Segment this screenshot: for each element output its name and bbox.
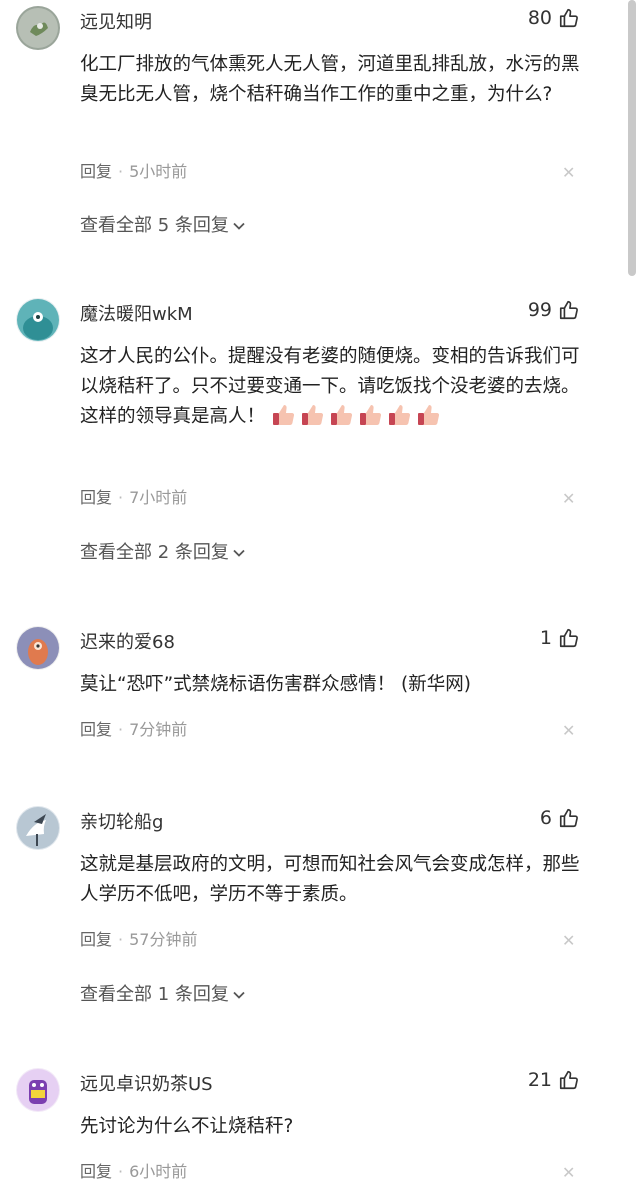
timestamp: 6小时前 [129, 1162, 188, 1181]
reply-button[interactable]: 回复 [80, 930, 112, 949]
thumbs-up-emoji [329, 402, 355, 428]
reply-button[interactable]: 回复 [80, 720, 112, 739]
thumbs-up-emoji [300, 402, 326, 428]
close-icon[interactable]: ✕ [562, 933, 576, 949]
avatar[interactable] [16, 1068, 60, 1112]
view-replies-label: 查看全部 2 条回复 [80, 542, 229, 563]
timestamp: 5小时前 [129, 162, 188, 181]
comment-text: 莫让“恐吓”式禁烧标语伤害群众感情！ (新华网) [80, 674, 471, 695]
like-count: 1 [539, 627, 552, 649]
reply-button[interactable]: 回复 [80, 1162, 112, 1181]
scrollbar-thumb[interactable] [628, 0, 636, 276]
chevron-down-icon [232, 544, 246, 558]
like-count: 99 [527, 299, 552, 321]
avatar[interactable] [16, 806, 60, 850]
comment-text: 这就是基层政府的文明，可想而知社会风气会变成怎样，那些人学历不低吧，学历不等于素… [80, 854, 580, 905]
like-button[interactable]: 1 [540, 627, 580, 649]
comment-meta: 回复 · 7分钟前 [80, 720, 188, 739]
view-replies-button[interactable]: 查看全部 5 条回复 [80, 211, 246, 237]
thumbs-up-emoji [387, 402, 413, 428]
thumbs-up-icon [558, 627, 580, 649]
like-count: 6 [539, 807, 552, 829]
thumbs-up-icon [558, 299, 580, 321]
avatar[interactable] [16, 6, 60, 50]
like-button[interactable]: 99 [528, 299, 580, 321]
timestamp: 7分钟前 [129, 720, 188, 739]
username[interactable]: 远见卓识奶茶US [80, 1070, 213, 1096]
close-icon[interactable]: ✕ [562, 723, 576, 739]
like-button[interactable]: 80 [528, 7, 580, 29]
close-icon[interactable]: ✕ [562, 491, 576, 507]
avatar[interactable] [16, 626, 60, 670]
view-replies-label: 查看全部 5 条回复 [80, 215, 229, 236]
view-replies-button[interactable]: 查看全部 1 条回复 [80, 980, 246, 1006]
view-replies-label: 查看全部 1 条回复 [80, 984, 229, 1005]
comment-text: 这才人民的公仆。提醒没有老婆的随便烧。变相的告诉我们可以烧秸秆了。只不过要变通一… [80, 342, 590, 432]
like-button[interactable]: 6 [540, 807, 580, 829]
timestamp: 57分钟前 [129, 930, 198, 949]
thumbs-up-icon [558, 1069, 580, 1091]
thumbs-up-icon [558, 807, 580, 829]
avatar[interactable] [16, 298, 60, 342]
like-count: 21 [527, 1069, 552, 1091]
comment-meta: 回复 · 6小时前 [80, 1162, 188, 1181]
thumbs-up-emoji [358, 402, 384, 428]
comment-text: 化工厂排放的气体熏死人无人管，河道里乱排乱放，水污的黑臭无比无人管，烧个秸秆确当… [80, 54, 580, 105]
username[interactable]: 远见知明 [80, 8, 152, 34]
comment-text: 先讨论为什么不让烧秸秆? [80, 1116, 294, 1137]
comment-meta: 回复 · 7小时前 [80, 488, 188, 507]
username[interactable]: 亲切轮船g [80, 808, 163, 834]
thumbs-up-emoji [416, 402, 442, 428]
view-replies-button[interactable]: 查看全部 2 条回复 [80, 538, 246, 564]
like-button[interactable]: 21 [528, 1069, 580, 1091]
thumbs-up-emoji [271, 402, 297, 428]
comment-meta: 回复 · 57分钟前 [80, 930, 198, 949]
username[interactable]: 迟来的爱68 [80, 628, 175, 654]
comment-meta: 回复 · 5小时前 [80, 162, 188, 181]
timestamp: 7小时前 [129, 488, 188, 507]
close-icon[interactable]: ✕ [562, 1165, 576, 1181]
reply-button[interactable]: 回复 [80, 162, 112, 181]
thumbs-up-icon [558, 7, 580, 29]
username[interactable]: 魔法暖阳wkM [80, 300, 193, 326]
chevron-down-icon [232, 986, 246, 1000]
chevron-down-icon [232, 217, 246, 231]
reply-button[interactable]: 回复 [80, 488, 112, 507]
like-count: 80 [527, 7, 552, 29]
close-icon[interactable]: ✕ [562, 165, 576, 181]
